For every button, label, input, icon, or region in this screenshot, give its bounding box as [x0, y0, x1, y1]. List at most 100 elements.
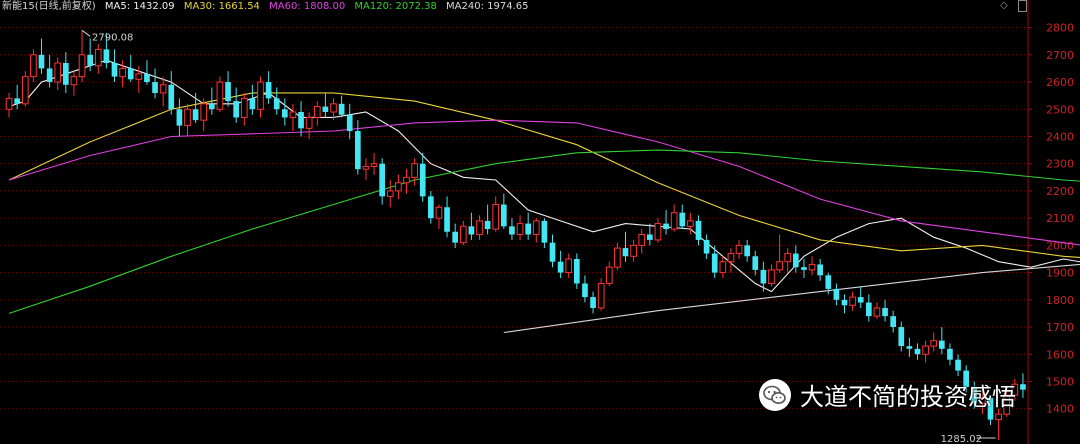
- candle-body: [192, 109, 199, 121]
- y-tick-label: 2100: [1046, 212, 1074, 225]
- candle-body: [313, 106, 321, 118]
- candle-body: [670, 212, 678, 230]
- candle-body: [995, 413, 1002, 421]
- candle-body: [330, 103, 337, 113]
- candle-body: [654, 223, 662, 241]
- legend-ma240: MA240: 1974.65: [446, 1, 529, 12]
- candle-body: [119, 67, 126, 78]
- candle-body: [841, 299, 848, 306]
- candle-body: [727, 253, 735, 263]
- candle-body: [630, 244, 637, 257]
- y-tick-label: 1600: [1046, 348, 1074, 361]
- candle-body: [760, 269, 767, 284]
- candle-body: [62, 62, 69, 85]
- candle-body: [573, 258, 580, 284]
- candle-body: [955, 359, 961, 371]
- chart-title: 新能15(日线,前复权): [2, 1, 96, 12]
- candle-body: [532, 220, 540, 235]
- candle-body: [890, 316, 897, 328]
- y-tick-label: 2500: [1046, 103, 1074, 116]
- ma-line-ma60: [8, 119, 1080, 246]
- candle-body: [597, 282, 605, 309]
- candle-body: [590, 297, 596, 308]
- candle-body: [273, 98, 280, 110]
- candle-body: [233, 101, 240, 118]
- candle-body: [354, 131, 361, 170]
- candle-body: [719, 261, 727, 274]
- candle-body: [768, 269, 775, 284]
- candle-body: [663, 223, 669, 230]
- candle-body: [5, 97, 13, 110]
- candle-body: [21, 76, 29, 105]
- diamond-icon[interactable]: ◇: [1000, 0, 1008, 12]
- candle-body: [103, 49, 110, 63]
- candle-body: [695, 220, 702, 240]
- candle-body: [484, 220, 491, 230]
- legend-ma30: MA30: 1661.54: [183, 1, 260, 12]
- candle-body: [403, 176, 410, 184]
- candle-body: [947, 348, 953, 360]
- candle-body: [459, 225, 467, 244]
- y-tick-label: 1800: [1046, 294, 1074, 307]
- candle-body: [338, 103, 345, 115]
- candle-body: [370, 163, 378, 167]
- candle-body: [808, 263, 816, 271]
- candle-body: [225, 82, 231, 102]
- candle-body: [873, 307, 881, 317]
- candle-body: [801, 267, 807, 270]
- candle-body: [54, 62, 62, 83]
- candle-body: [427, 196, 434, 219]
- y-tick-label: 1900: [1046, 267, 1074, 280]
- candle-body: [265, 82, 272, 99]
- candle-body: [144, 73, 150, 83]
- candle-body: [922, 345, 929, 355]
- candle-body: [906, 346, 913, 349]
- legend-ma5: MA5: 1432.09: [104, 1, 175, 12]
- candle-body: [525, 223, 532, 235]
- candle-body: [476, 220, 483, 235]
- y-tick-label: 2700: [1046, 49, 1074, 62]
- y-tick-label: 2800: [1046, 22, 1074, 35]
- candle-body: [857, 297, 864, 303]
- candle-body: [168, 84, 175, 110]
- candle-body: [817, 264, 824, 276]
- candle-body: [176, 109, 183, 126]
- candle-body: [638, 233, 646, 246]
- low-label: 1285.02: [941, 434, 982, 444]
- candle-body: [46, 68, 53, 83]
- high-pointer: [81, 29, 91, 37]
- candle-body: [914, 348, 921, 355]
- candle-body: [882, 307, 888, 317]
- candle-body: [305, 116, 313, 129]
- candle-body: [184, 108, 191, 127]
- candle-body: [930, 340, 938, 347]
- candle-body: [898, 327, 905, 347]
- candle-body: [152, 82, 158, 93]
- candle-body: [784, 253, 792, 263]
- candle-body: [298, 111, 304, 129]
- candle-body: [687, 220, 694, 227]
- scroll-icon[interactable]: [1018, 0, 1027, 12]
- candle-body: [614, 247, 621, 268]
- candle-body: [500, 204, 507, 227]
- candle-body: [468, 226, 475, 235]
- candle-body: [159, 84, 167, 94]
- candle-body: [703, 239, 710, 254]
- candle-body: [849, 296, 856, 306]
- candle-body: [346, 114, 353, 132]
- candle-body: [549, 242, 556, 262]
- candle-body: [492, 204, 500, 230]
- candle-body: [127, 68, 134, 80]
- candle-body: [249, 98, 256, 110]
- chart-legend: 新能15(日线,前复权) MA5: 1432.09 MA30: 1661.54 …: [2, 0, 535, 13]
- candle-body: [289, 111, 297, 118]
- candle-body: [322, 106, 329, 112]
- candle-body: [38, 54, 45, 69]
- candle-body: [216, 81, 224, 110]
- candle-body: [792, 253, 799, 268]
- y-tick-label: 2400: [1046, 130, 1074, 143]
- candle-body: [735, 244, 743, 255]
- candle-body: [752, 256, 759, 270]
- candle-body: [257, 81, 264, 110]
- watermark: 大道不简的投资感悟: [758, 377, 1016, 412]
